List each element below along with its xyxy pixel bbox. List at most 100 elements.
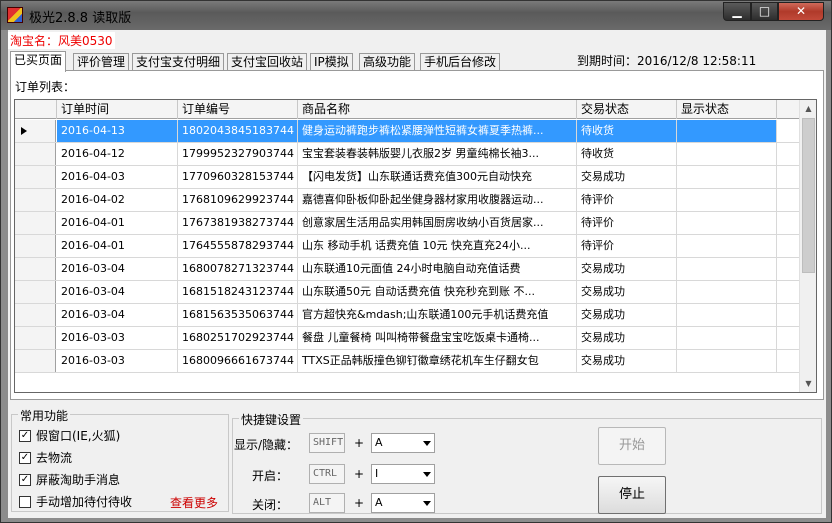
column-header-trade-status[interactable]: 交易状态 <box>577 100 677 119</box>
cell-order-number[interactable]: 1802043845183744 <box>178 120 298 142</box>
cell-trade-status[interactable]: 待评价 <box>577 235 677 257</box>
checkbox-remove-logistics[interactable]: ✓ <box>19 452 31 464</box>
cell-product-name[interactable]: 嘉德喜仰卧板仰卧起坐健身器材家用收腹器运动... <box>298 189 577 211</box>
table-row[interactable]: 2016-04-02 1768109629923744 嘉德喜仰卧板仰卧起坐健身器材… <box>15 189 800 212</box>
column-header-display-status[interactable]: 显示状态 <box>677 100 777 119</box>
cell-trade-status[interactable]: 待收货 <box>577 143 677 165</box>
cell-display-status[interactable] <box>677 189 777 211</box>
cell-display-status[interactable] <box>677 212 777 234</box>
row-header[interactable] <box>15 212 56 234</box>
vertical-scrollbar[interactable]: ▲ ▼ <box>799 100 816 392</box>
column-header-order-time[interactable]: 订单时间 <box>57 100 178 119</box>
cell-order-time[interactable]: 2016-04-02 <box>57 189 178 211</box>
table-row[interactable]: 2016-04-01 1767381938273744 创意家居生活用品实用韩国厨房… <box>15 212 800 235</box>
title-bar[interactable]: 极光2.8.8 读取版 ▁ □ ✕ <box>1 1 831 30</box>
orders-grid[interactable]: 订单时间 订单编号 商品名称 交易状态 显示状态 2016-04-13 18020… <box>14 99 817 393</box>
cell-order-time[interactable]: 2016-03-04 <box>57 258 178 280</box>
tab-bought-page[interactable]: 已买页面 <box>10 51 67 72</box>
scroll-up-icon[interactable]: ▲ <box>800 100 816 117</box>
row-header[interactable] <box>15 327 56 349</box>
cell-product-name[interactable]: 餐盘 儿童餐椅 叫叫椅带餐盘宝宝吃饭桌卡通椅... <box>298 327 577 349</box>
row-header[interactable] <box>15 258 56 280</box>
cell-order-number[interactable]: 1799952327903744 <box>178 143 298 165</box>
cell-display-status[interactable] <box>677 304 777 326</box>
cell-trade-status[interactable]: 待评价 <box>577 212 677 234</box>
cell-trade-status[interactable]: 交易成功 <box>577 304 677 326</box>
row-header[interactable] <box>15 304 56 326</box>
cell-product-name[interactable]: 宝宝套装春装韩版婴儿衣服2岁 男童纯棉长袖3... <box>298 143 577 165</box>
cell-trade-status[interactable]: 待评价 <box>577 189 677 211</box>
row-header[interactable] <box>15 350 56 372</box>
cell-order-number[interactable]: 1681563535063744 <box>178 304 298 326</box>
row-header[interactable] <box>15 235 56 257</box>
view-more-link[interactable]: 查看更多 <box>170 494 218 511</box>
hotkey-key-select-toggle[interactable]: A <box>371 433 435 453</box>
cell-order-time[interactable]: 2016-04-01 <box>57 212 178 234</box>
cell-order-number[interactable]: 1680078271323744 <box>178 258 298 280</box>
cell-order-time[interactable]: 2016-03-03 <box>57 327 178 349</box>
row-header[interactable] <box>15 166 56 188</box>
tab-alipay-recycle-bin[interactable]: 支付宝回收站 <box>227 53 308 71</box>
table-row[interactable]: 2016-04-03 1770960328153744 【闪电发货】山东联通话费充值… <box>15 166 800 189</box>
cell-order-time[interactable]: 2016-04-03 <box>57 166 178 188</box>
cell-display-status[interactable] <box>677 166 777 188</box>
cell-display-status[interactable] <box>677 258 777 280</box>
cell-display-status[interactable] <box>677 327 777 349</box>
cell-trade-status[interactable]: 交易成功 <box>577 350 677 372</box>
cell-display-status[interactable] <box>677 350 777 372</box>
cell-order-time[interactable]: 2016-03-03 <box>57 350 178 372</box>
cell-display-status[interactable] <box>677 281 777 303</box>
cell-trade-status[interactable]: 交易成功 <box>577 166 677 188</box>
tab-alipay-payment-details[interactable]: 支付宝支付明细 <box>132 53 225 71</box>
table-row[interactable]: 2016-03-04 1681518243123744 山东联通50元 自动话费充值… <box>15 281 800 304</box>
checkbox-manual-add-pending[interactable] <box>19 496 31 508</box>
scroll-down-icon[interactable]: ▼ <box>800 375 816 392</box>
cell-trade-status[interactable]: 待收货 <box>577 120 677 142</box>
checkbox-block-assistant-messages[interactable]: ✓ <box>19 474 31 486</box>
cell-trade-status[interactable]: 交易成功 <box>577 258 677 280</box>
cell-product-name[interactable]: 山东联通10元面值 24小时电脑自动充值话费 <box>298 258 577 280</box>
column-header-order-number[interactable]: 订单编号 <box>178 100 298 119</box>
row-header[interactable] <box>15 120 56 142</box>
cell-order-time[interactable]: 2016-04-12 <box>57 143 178 165</box>
cell-trade-status[interactable]: 交易成功 <box>577 281 677 303</box>
stop-button[interactable]: 停止 <box>598 476 666 514</box>
cell-product-name[interactable]: 山东联通50元 自动话费充值 快充秒充到账 不... <box>298 281 577 303</box>
start-button[interactable]: 开始 <box>598 427 666 465</box>
table-row[interactable]: 2016-04-01 1764555878293744 山东 移动手机 话费充值 1… <box>15 235 800 258</box>
table-row[interactable]: 2016-04-13 1802043845183744 健身运动裤跑步裤松紧腰弹性短… <box>15 120 800 143</box>
hotkey-modifier-stop[interactable]: ALT <box>309 493 345 513</box>
cell-order-number[interactable]: 1681518243123744 <box>178 281 298 303</box>
hotkey-key-select-start[interactable]: I <box>371 464 435 484</box>
row-header[interactable] <box>15 189 56 211</box>
table-row[interactable]: 2016-04-12 1799952327903744 宝宝套装春装韩版婴儿衣服2岁… <box>15 143 800 166</box>
table-row[interactable]: 2016-03-03 1680251702923744 餐盘 儿童餐椅 叫叫椅带餐盘… <box>15 327 800 350</box>
table-row[interactable]: 2016-03-04 1681563535063744 官方超快充&mdash;山东… <box>15 304 800 327</box>
cell-order-number[interactable]: 1768109629923744 <box>178 189 298 211</box>
row-header[interactable] <box>15 281 56 303</box>
maximize-button[interactable]: □ <box>751 2 778 21</box>
cell-product-name[interactable]: 【闪电发货】山东联通话费充值300元自动快充 <box>298 166 577 188</box>
cell-order-time[interactable]: 2016-03-04 <box>57 304 178 326</box>
minimize-button[interactable]: ▁ <box>723 2 751 21</box>
cell-product-name[interactable]: 官方超快充&mdash;山东联通100元手机话费充值 <box>298 304 577 326</box>
cell-display-status[interactable] <box>677 235 777 257</box>
cell-product-name[interactable]: TTXS正品韩版撞色铆钉徽章绣花机车生仔翻女包 <box>298 350 577 372</box>
cell-order-number[interactable]: 1767381938273744 <box>178 212 298 234</box>
cell-order-time[interactable]: 2016-03-04 <box>57 281 178 303</box>
scroll-thumb[interactable] <box>802 118 815 273</box>
close-button[interactable]: ✕ <box>778 2 824 21</box>
cell-order-number[interactable]: 1770960328153744 <box>178 166 298 188</box>
cell-product-name[interactable]: 山东 移动手机 话费充值 10元 快充直充24小... <box>298 235 577 257</box>
cell-order-time[interactable]: 2016-04-01 <box>57 235 178 257</box>
cell-product-name[interactable]: 创意家居生活用品实用韩国厨房收纳小百货居家... <box>298 212 577 234</box>
cell-product-name[interactable]: 健身运动裤跑步裤松紧腰弹性短裤女裤夏季热裤... <box>298 120 577 142</box>
tab-ip-simulation[interactable]: IP模拟 <box>310 53 353 71</box>
cell-trade-status[interactable]: 交易成功 <box>577 327 677 349</box>
row-header[interactable] <box>15 143 56 165</box>
table-row[interactable]: 2016-03-03 1680096661673744 TTXS正品韩版撞色铆钉徽章… <box>15 350 800 373</box>
hotkey-modifier-start[interactable]: CTRL <box>309 464 345 484</box>
cell-order-time[interactable]: 2016-04-13 <box>57 120 178 142</box>
column-header-product-name[interactable]: 商品名称 <box>298 100 577 119</box>
table-row[interactable]: 2016-03-04 1680078271323744 山东联通10元面值 24小时… <box>15 258 800 281</box>
